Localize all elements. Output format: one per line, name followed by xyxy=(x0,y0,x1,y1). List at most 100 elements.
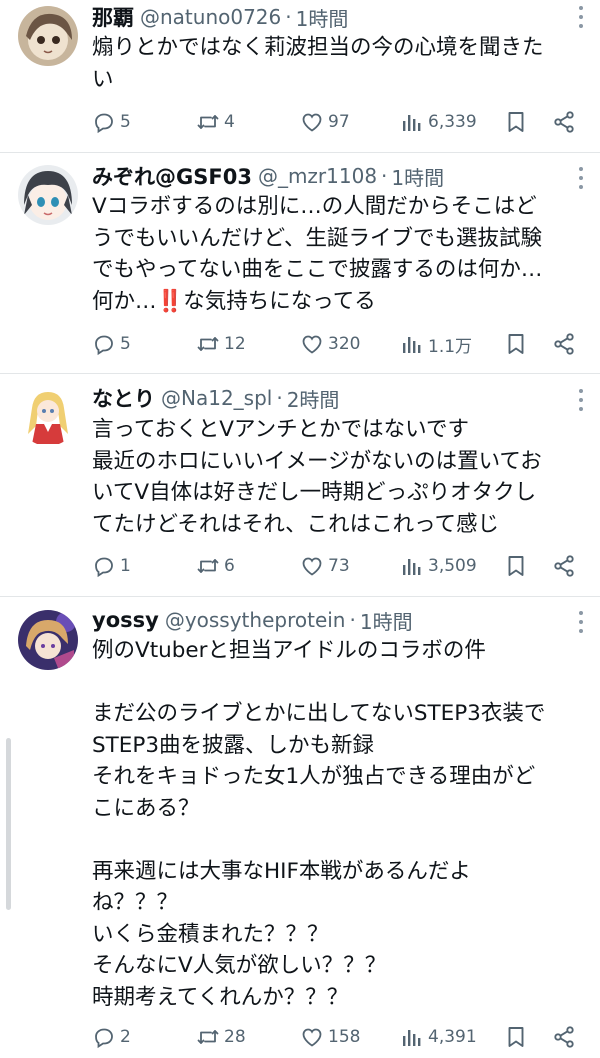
retweet-button[interactable]: 4 xyxy=(196,107,235,137)
timestamp[interactable]: 1時間 xyxy=(391,162,444,191)
avatar[interactable] xyxy=(18,610,78,670)
heart-icon xyxy=(302,557,322,576)
tweet-text: 煽りとかではなく莉波担当の今の心境を聞きた い xyxy=(92,32,592,95)
like-button[interactable]: 158 xyxy=(300,1022,360,1052)
bookmark-icon[interactable] xyxy=(504,110,528,134)
views-button[interactable]: 3,509 xyxy=(400,551,477,581)
tweet-3[interactable]: なとり @Na12_spl · 2時間 言っておくとVアンチとかではないです 最… xyxy=(0,374,600,596)
heart-icon xyxy=(302,113,322,132)
timestamp[interactable]: 2時間 xyxy=(287,384,340,413)
timestamp[interactable]: 1時間 xyxy=(296,3,349,32)
tweet-text-line: いくら金積まれた？？？ xyxy=(92,921,329,947)
tweet-text: 言っておくとVアンチとかではないです 最近のホロにいいイメージがないのは置いてお… xyxy=(92,414,592,540)
tweet-text-line: てたけどそれはそれ、これはこれって感じ xyxy=(92,511,499,537)
tweet-1[interactable]: 那覇 @natuno0726 · 1時間 煽りとかではなく莉波担当の今の心境を聞… xyxy=(0,0,600,152)
retweet-count: 4 xyxy=(224,112,235,132)
timestamp[interactable]: 1時間 xyxy=(360,606,413,635)
view-count: 6,339 xyxy=(428,112,477,132)
more-options-icon[interactable] xyxy=(576,611,586,633)
tweet-text-line: いてV自体は好きだし一時期どっぷりオタクし xyxy=(92,480,537,505)
action-bar: 1 6 73 3,509 xyxy=(92,551,592,581)
share-icon[interactable] xyxy=(552,110,576,134)
tweet-header: なとり @Na12_spl · 2時間 xyxy=(92,383,339,413)
avatar[interactable] xyxy=(18,386,78,446)
reply-icon xyxy=(95,113,113,134)
reply-button[interactable]: 5 xyxy=(92,329,131,359)
retweet-count: 6 xyxy=(224,556,235,576)
like-count: 73 xyxy=(328,556,350,576)
display-name[interactable]: なとり xyxy=(92,383,155,413)
view-count: 4,391 xyxy=(428,1027,477,1047)
tweet-text-line: 言っておくとVアンチとかではないです xyxy=(92,417,469,442)
retweet-button[interactable]: 12 xyxy=(196,329,246,359)
tweet-text-line: 最近のホロにいいイメージがないのは置いてお xyxy=(92,448,542,474)
like-button[interactable]: 320 xyxy=(300,329,360,359)
retweet-button[interactable]: 28 xyxy=(196,1022,246,1052)
tweet-text-line: ね？？？ xyxy=(92,890,179,915)
more-options-icon[interactable] xyxy=(576,167,586,189)
bookmark-icon[interactable] xyxy=(504,1025,528,1049)
more-options-icon[interactable] xyxy=(576,6,586,28)
tweet-text-line: でもやってない曲をここで披露するのは何か… xyxy=(92,257,543,282)
like-count: 320 xyxy=(328,334,361,354)
retweet-button[interactable]: 6 xyxy=(196,551,235,581)
tweet-header: 那覇 @natuno0726 · 1時間 xyxy=(92,2,348,32)
display-name[interactable]: みぞれ@GSF03 xyxy=(92,161,252,191)
user-handle[interactable]: @yossytheprotein xyxy=(165,608,346,632)
tweet-text-line: そんなにV人気が欲しい？？？ xyxy=(92,953,387,978)
retweet-icon xyxy=(197,559,219,573)
reply-button[interactable]: 5 xyxy=(92,107,131,137)
avatar[interactable] xyxy=(18,165,78,225)
bookmark-icon[interactable] xyxy=(504,554,528,578)
display-name[interactable]: 那覇 xyxy=(92,2,134,32)
tweet-text-line: それをキョドった女1人が独占できる理由がど xyxy=(92,764,536,789)
action-bar: 2 28 158 4,391 xyxy=(92,1022,592,1052)
views-button[interactable]: 4,391 xyxy=(400,1022,477,1052)
view-count: 3,509 xyxy=(428,556,477,576)
reply-count: 5 xyxy=(120,334,131,354)
views-button[interactable]: 6,339 xyxy=(400,107,477,137)
reply-icon xyxy=(95,1028,113,1049)
tweet-text-line: まだ公のライブとかに出してないSTEP3衣装で xyxy=(92,701,546,726)
share-icon[interactable] xyxy=(552,332,576,356)
heart-icon xyxy=(302,1028,322,1047)
reply-count: 1 xyxy=(120,556,131,576)
user-handle[interactable]: @Na12_spl xyxy=(161,386,272,410)
bookmark-icon[interactable] xyxy=(504,332,528,356)
like-button[interactable]: 73 xyxy=(300,551,350,581)
retweet-icon xyxy=(197,337,219,351)
share-icon[interactable] xyxy=(552,1025,576,1049)
views-icon xyxy=(403,1030,421,1046)
like-button[interactable]: 97 xyxy=(300,107,350,137)
tweet-text-line: 例のVtuberと担当アイドルのコラボの件 xyxy=(92,638,486,663)
like-count: 97 xyxy=(328,112,350,132)
retweet-count: 28 xyxy=(224,1027,246,1047)
avatar[interactable] xyxy=(18,6,78,66)
reply-button[interactable]: 1 xyxy=(92,551,131,581)
retweet-icon xyxy=(197,115,219,129)
separator: · xyxy=(285,5,292,29)
user-handle[interactable]: @_mzr1108 xyxy=(258,164,377,188)
tweet-2[interactable]: みぞれ@GSF03 @_mzr1108 · 1時間 Vコラボするのは別に…の人間… xyxy=(0,153,600,373)
reply-icon xyxy=(95,335,113,356)
views-button[interactable]: 1.1万 xyxy=(400,329,472,359)
separator: · xyxy=(381,164,388,188)
tweet-text: Vコラボするのは別に…の人間だからそこはど うでもいいんだけど、生誕ライブでも選… xyxy=(92,191,592,317)
retweet-count: 12 xyxy=(224,334,246,354)
tweet-text-line: うでもいいんだけど、生誕ライブでも選抜試験 xyxy=(92,225,542,251)
reply-count: 5 xyxy=(120,112,131,132)
scrollbar[interactable] xyxy=(6,738,11,910)
tweet-4[interactable]: yossy @yossytheprotein · 1時間 例のVtuberと担当… xyxy=(0,597,600,1058)
views-icon xyxy=(403,337,421,353)
tweet-text-line xyxy=(92,667,592,699)
display-name[interactable]: yossy xyxy=(92,608,159,632)
more-options-icon[interactable] xyxy=(576,389,586,411)
share-icon[interactable] xyxy=(552,554,576,578)
like-count: 158 xyxy=(328,1027,361,1047)
reply-button[interactable]: 2 xyxy=(92,1022,131,1052)
action-bar: 5 4 97 6,339 xyxy=(92,107,592,137)
user-handle[interactable]: @natuno0726 xyxy=(140,5,281,29)
tweet-header: みぞれ@GSF03 @_mzr1108 · 1時間 xyxy=(92,161,444,191)
tweet-text-line: 再来週には大事なHIF本戦があるんだよ xyxy=(92,858,471,884)
tweet-text: 例のVtuberと担当アイドルのコラボの件 まだ公のライブとかに出してないSTE… xyxy=(92,635,592,1013)
